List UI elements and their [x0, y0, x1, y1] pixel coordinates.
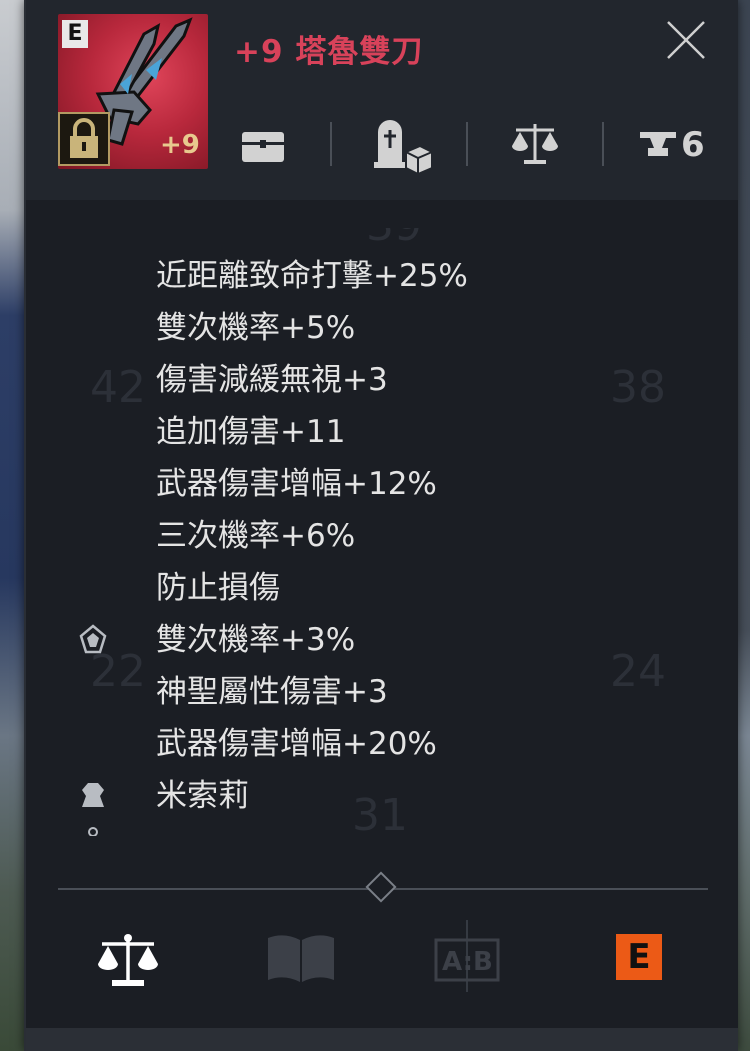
scales-icon: [98, 934, 158, 986]
ab-compare-icon: A:B: [434, 938, 500, 982]
grade-badge: E: [62, 20, 88, 48]
grave-box-icon: [374, 120, 433, 176]
item-tooltip-panel: E +9 +9 塔魯雙刀 6 42 38 22 24 31 近距離致命打擊+25…: [24, 0, 738, 1051]
stat-line: 武器傷害增幅+20%: [156, 726, 437, 762]
stat-line: 近距離致命打擊+25%: [156, 258, 468, 294]
stat-line: 追加傷害+11: [156, 414, 346, 450]
enhance-level-label: +9: [160, 130, 200, 160]
material-icon: [82, 783, 104, 807]
enhance-button[interactable]: [638, 118, 678, 170]
diamond-ornament: [365, 871, 397, 903]
scales-icon: [512, 124, 558, 164]
book-icon: [268, 935, 334, 982]
stat-line: 三次機率+6%: [156, 518, 356, 554]
stat-line: 武器傷害增幅+12%: [156, 466, 437, 502]
weight-icon: [88, 827, 98, 836]
lock-icon: [70, 118, 98, 158]
header-divider: [602, 122, 604, 166]
bottom-strip: [26, 1028, 738, 1051]
header-divider: [330, 122, 332, 166]
grade-e-badge[interactable]: E: [616, 934, 662, 980]
collection-book-button[interactable]: [264, 932, 338, 990]
item-title: +9 塔魯雙刀: [234, 34, 424, 70]
stat-line-partial: ·: [156, 228, 165, 246]
watermark-number: 38: [610, 362, 666, 413]
svg-text:A:B: A:B: [442, 947, 493, 977]
trade-button[interactable]: [510, 118, 560, 170]
trade-footer-button[interactable]: [96, 932, 160, 994]
gem-icon: [79, 624, 107, 654]
stat-line: 神聖屬性傷害+3: [156, 674, 388, 710]
chest-icon: [242, 132, 284, 162]
watermark-number: 42: [90, 362, 146, 413]
stat-line: 雙次機率+3%: [156, 622, 356, 658]
destroy-button[interactable]: [372, 118, 434, 176]
header-divider: [466, 122, 468, 166]
watermark-number: 24: [610, 646, 666, 697]
stat-line: 傷害減緩無視+3: [156, 362, 388, 398]
compare-button[interactable]: A:B: [434, 938, 500, 986]
lock-toggle[interactable]: [58, 112, 110, 166]
watermark-number: 39: [366, 228, 422, 251]
close-button[interactable]: [662, 16, 710, 64]
enhance-count: 6: [681, 125, 705, 165]
stat-line: 雙次機率+5%: [156, 310, 356, 346]
stat-list[interactable]: 39 42 38 22 24 31 · 近距離致命打擊+25% 雙次機率+5% …: [26, 228, 738, 836]
close-icon: [667, 21, 705, 59]
storage-button[interactable]: [238, 118, 288, 170]
stat-line: 防止損傷: [156, 570, 280, 606]
stat-line: 米索莉: [156, 778, 249, 814]
watermark-number: 31: [352, 790, 408, 836]
anvil-icon: [640, 132, 676, 156]
